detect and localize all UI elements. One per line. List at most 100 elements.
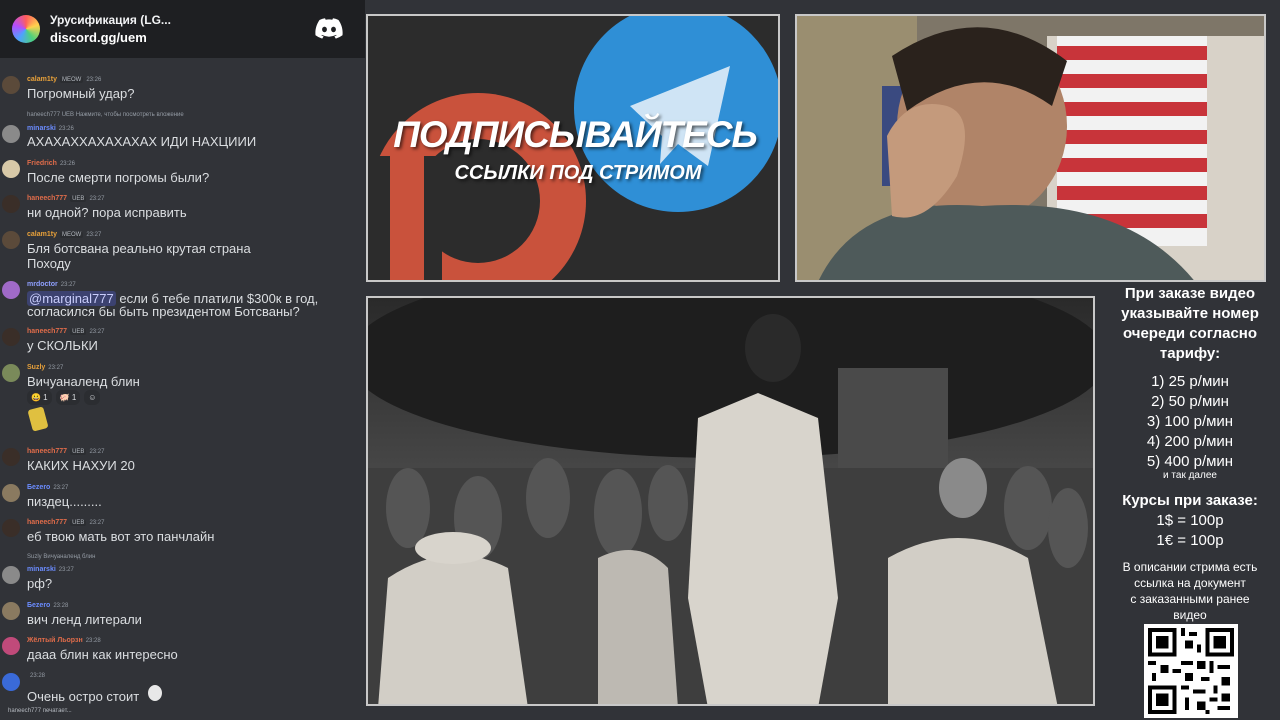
message-author[interactable]: Бezero [27,484,50,491]
message-text: рф? [27,576,53,591]
qr-code[interactable] [1144,624,1238,718]
message-author[interactable]: Suzly [27,364,45,371]
standing-man [688,393,838,704]
message-time: 23:26 [59,160,75,167]
message-text: АХАХАХХАХАХАХАХ ИДИ НАХЦИИИ [27,134,257,149]
banner-subtitle: ССЫЛКИ ПОД СТРИМОМ [454,162,702,184]
message-text: ни одной? пора исправить [27,205,187,220]
reply-preview[interactable]: haneech777 UEB Нажмите, чтобы посмотреть… [27,112,184,118]
seated-man-right-head [939,458,987,518]
seated-man-left [378,555,528,704]
ghost-emoji [148,685,162,701]
reply-preview[interactable]: Suzly Вичуаналенд блин [27,554,95,560]
message-time: 23:27 [89,195,105,202]
avatar[interactable] [2,281,20,299]
message-time: 23:27 [58,566,74,573]
rates-title: Курсы при заказе: [1122,492,1258,509]
avatar[interactable] [2,637,20,655]
desc-line: В описании стрима есть [1122,560,1258,574]
rate-item: 1$ = 100р [1156,512,1224,529]
message-text: пиздец......... [27,494,102,509]
server-header[interactable]: Урусификация (LG... discord.gg/uem [0,0,365,58]
message-author[interactable]: haneech777 [27,519,67,526]
reaction-chip[interactable]: ☺ [84,390,101,405]
message-text: вич ленд литерали [27,612,142,627]
avatar[interactable] [2,566,20,584]
tariff-item: 2) 50 р/мин [1151,393,1229,410]
seated-man-center [598,550,678,704]
message-author[interactable]: Жёлтый Льорзн [27,637,83,644]
avatar[interactable] [2,328,20,346]
message-time: 23:26 [86,76,102,83]
avatar[interactable] [2,484,20,502]
message-author[interactable]: haneech777 [27,448,67,455]
message-text-line2: согласился бы быть президентом Ботсваны? [27,304,300,319]
reaction-chip[interactable]: 🐖 1 [55,390,81,405]
info-line: При заказе видео [1124,285,1256,302]
desc-line: ссылка на документ [1134,576,1246,590]
sticker-image [27,406,49,432]
message-text: у СКОЛЬКИ [27,338,98,353]
discord-chat-panel: Урусификация (LG... discord.gg/uem calam… [0,0,365,720]
message-author[interactable]: Бezero [27,602,50,609]
avatar[interactable] [2,602,20,620]
message-author[interactable]: calam1ty [27,76,57,83]
server-icon [12,15,40,43]
message-author[interactable]: minarski [27,125,56,132]
message-text: дааа блин как интересно [27,647,178,662]
message-time: 23:28 [30,673,46,679]
message-author[interactable]: calam1ty [27,231,57,238]
avatar[interactable] [2,76,20,94]
avatar[interactable] [2,673,20,691]
message-text-line2: Походу [27,256,71,271]
typing-indicator: haneech777 печатает... [8,708,72,714]
desc-line: видео [1173,608,1207,622]
tariff-etc: и так далее [1163,470,1217,481]
message-text: Бля ботсвана реально крутая страна [27,241,251,256]
message-text: еб твою мать вот это панчлайн [27,529,215,544]
avatar[interactable] [2,519,20,537]
info-line: очереди согласно [1122,325,1258,342]
reactions: 😀 1 🐖 1 ☺ [27,390,104,405]
message-time: 23:26 [58,125,74,132]
message-time: 23:28 [85,637,101,644]
message-author[interactable]: haneech777 [27,328,67,335]
message-author[interactable]: Friedrich [27,160,57,167]
message-author[interactable]: minarski [27,566,56,573]
message-author[interactable]: haneech777 [27,195,67,202]
stream-layout: Урусификация (LG... discord.gg/uem calam… [0,0,1280,720]
avatar[interactable] [2,195,20,213]
avatar[interactable] [2,125,20,143]
avatar[interactable] [2,231,20,249]
role-badge: UEB [70,519,87,526]
avatar[interactable] [2,448,20,466]
tariff-item: 4) 200 р/мин [1146,433,1234,450]
tariff-item: 1) 25 р/мин [1151,373,1229,390]
avatar[interactable] [2,160,20,178]
historical-photo [366,296,1095,706]
message-time: 23:28 [53,602,69,609]
avatar[interactable] [2,364,20,382]
message-time: 23:27 [60,281,76,288]
role-badge: MEOW [59,231,84,238]
pith-helmet [415,532,491,564]
message-time: 23:27 [48,364,64,371]
message-time: 23:27 [53,484,69,491]
server-invite-link[interactable]: discord.gg/uem [50,30,315,45]
rate-item: 1€ = 100р [1156,532,1224,549]
server-name: Урусификация (LG... [50,13,171,27]
message-text: КАКИХ НАХУИ 20 [27,458,135,473]
discord-logo-icon [315,18,343,39]
info-line: указывайте номер [1121,305,1259,322]
webcam-feed [795,14,1266,282]
role-badge: UEB [70,195,87,202]
info-line: тарифу: [1159,345,1221,362]
message-author[interactable]: mrdoctor [27,281,58,288]
tariff-item: 3) 100 р/мин [1146,413,1234,430]
role-badge: UEB [70,448,87,455]
photo-image [368,298,1093,704]
message-time: 23:27 [89,328,105,335]
banner-title: ПОДПИСЫВАЙТЕСЬ [393,114,757,155]
tariff-item: 5) 400 р/мин [1146,453,1234,470]
reaction-chip[interactable]: 😀 1 [27,390,52,405]
